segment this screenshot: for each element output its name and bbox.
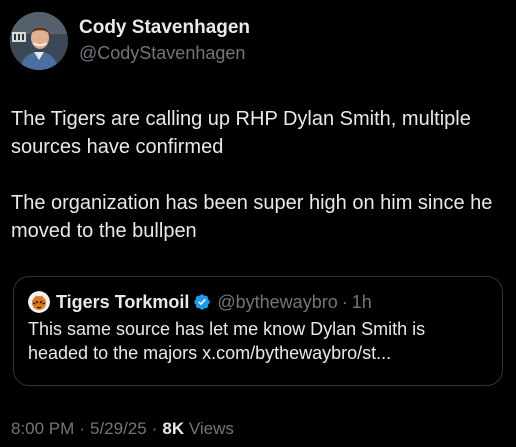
tweet-paragraph: The Tigers are calling up RHP Dylan Smit… [11, 108, 471, 158]
quote-avatar[interactable] [28, 291, 50, 313]
author-display-name[interactable]: Cody Stavenhagen [79, 17, 250, 39]
author-handle[interactable]: @CodyStavenhagen [79, 41, 250, 65]
views-count[interactable]: 8K [162, 419, 184, 438]
tweet-date[interactable]: 5/29/25 [90, 419, 147, 438]
meta-separator: · [151, 419, 158, 438]
views-label: Views [188, 419, 234, 438]
tweet-paragraph: The organization has been super high on … [11, 192, 493, 242]
tweet-body: The Tigers are calling up RHP Dylan Smit… [11, 105, 509, 245]
verified-badge-icon [193, 293, 211, 311]
author-names: Cody Stavenhagen @CodyStavenhagen [79, 17, 250, 65]
meta-separator: · [79, 419, 85, 438]
tweet-header: Cody Stavenhagen @CodyStavenhagen [10, 12, 250, 70]
tweet-meta: 8:00 PM · 5/29/25 · 8K Views [11, 418, 234, 440]
quote-timestamp[interactable]: 1h [352, 290, 372, 314]
tiger-logo-icon [28, 291, 50, 313]
quote-header: Tigers Torkmoil @bythewaybro · 1h [28, 290, 488, 314]
avatar[interactable] [10, 12, 68, 70]
quote-tweet-card[interactable]: Tigers Torkmoil @bythewaybro · 1h This s… [13, 276, 503, 386]
quote-display-name[interactable]: Tigers Torkmoil [56, 290, 189, 314]
avatar-image [10, 12, 68, 70]
quote-separator: · [341, 292, 348, 312]
quote-text: This same source has let me know Dylan S… [28, 319, 426, 363]
tweet-time[interactable]: 8:00 PM [11, 419, 74, 438]
quote-handle[interactable]: @bythewaybro [217, 290, 337, 314]
